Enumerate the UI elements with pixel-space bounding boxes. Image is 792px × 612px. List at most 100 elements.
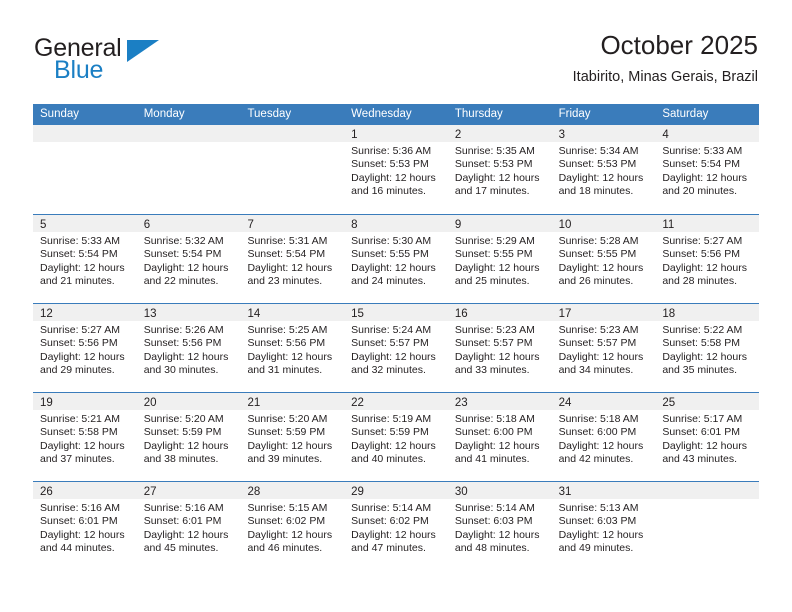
calendar-day-cell[interactable]: 21 Sunrise: 5:20 AM Sunset: 5:59 PM Dayligh… <box>240 393 345 481</box>
daylight-text-cont: and 16 minutes. <box>351 185 426 198</box>
daylight-text: Daylight: 12 hours <box>454 171 540 184</box>
calendar-day-cell[interactable]: 7 Sunrise: 5:31 AM Sunset: 5:54 PM Daylight… <box>240 215 345 303</box>
daylight-text-cont: and 20 minutes. <box>662 185 738 198</box>
daylight-text: Daylight: 12 hours <box>40 350 125 363</box>
sunrise-text: Sunrise: 5:33 AM <box>40 235 120 247</box>
sunrise-text: Sunrise: 5:27 AM <box>40 324 120 336</box>
calendar-day-cell[interactable]: 6 Sunrise: 5:32 AM Sunset: 5:54 PM Daylight… <box>136 215 241 303</box>
sunset-text: Sunset: 6:02 PM <box>247 515 326 528</box>
calendar-day-cell[interactable]: 26 Sunrise: 5:16 AM Sunset: 6:01 PM Dayligh… <box>33 482 137 570</box>
day-details: Sunrise: 5:17 AM Sunset: 6:01 PM Daylight:… <box>655 410 759 467</box>
calendar-day-cell[interactable]: 29 Sunrise: 5:14 AM Sunset: 6:02 PM Dayligh… <box>344 482 448 570</box>
weekday-header-row: Sunday Monday Tuesday Wednesday Thursday Frid… <box>33 104 759 125</box>
day-details: Sunrise: 5:29 AM Sunset: 5:55 PM Daylight:… <box>448 232 552 289</box>
day-details: Sunrise: 5:33 AM Sunset: 5:54 PM Daylight:… <box>655 142 759 199</box>
calendar-day-cell[interactable]: 12 Sunrise: 5:27 AM Sunset: 5:56 PM Dayligh… <box>33 304 137 392</box>
weekday-header-sunday: Sunday <box>40 108 80 120</box>
day-details: Sunrise: 5:25 AM Sunset: 5:56 PM Daylight:… <box>240 321 344 378</box>
daylight-text-cont: and 37 minutes. <box>40 453 115 466</box>
day-number: 22 <box>351 397 364 409</box>
daylight-text-cont: and 43 minutes. <box>662 453 738 466</box>
brand-logo[interactable]: General Blue <box>34 34 234 86</box>
day-details: Sunrise: 5:24 AM Sunset: 5:57 PM Daylight:… <box>344 321 448 378</box>
calendar-day-cell[interactable]: 23 Sunrise: 5:18 AM Sunset: 6:00 PM Dayligh… <box>447 393 552 481</box>
daylight-text: Daylight: 12 hours <box>247 528 333 541</box>
calendar-day-cell[interactable]: 14 Sunrise: 5:25 AM Sunset: 5:56 PM Dayligh… <box>240 304 345 392</box>
sunrise-text: Sunrise: 5:14 AM <box>454 502 535 514</box>
daylight-text: Daylight: 12 hours <box>454 261 540 274</box>
sunset-text: Sunset: 5:53 PM <box>454 158 533 171</box>
day-number-band: 25 <box>655 393 760 410</box>
calendar-day-cell[interactable]: 13 Sunrise: 5:26 AM Sunset: 5:56 PM Dayligh… <box>136 304 241 392</box>
sunset-text: Sunset: 5:58 PM <box>662 337 740 350</box>
calendar-day-cell[interactable]: 1 Sunrise: 5:36 AM Sunset: 5:53 PM Daylight… <box>344 125 448 214</box>
calendar-day-cell[interactable]: 5 Sunrise: 5:33 AM Sunset: 5:54 PM Daylight… <box>33 215 137 303</box>
daylight-text-cont: and 40 minutes. <box>351 453 426 466</box>
sunset-text: Sunset: 5:56 PM <box>143 337 222 350</box>
daylight-text: Daylight: 12 hours <box>662 261 747 274</box>
daylight-text: Daylight: 12 hours <box>351 261 436 274</box>
calendar-weeks: 1 Sunrise: 5:36 AM Sunset: 5:53 PM Daylight… <box>33 125 760 570</box>
day-number: 21 <box>247 397 261 409</box>
sunrise-text: Sunrise: 5:26 AM <box>143 324 224 336</box>
day-number-band: 9 <box>447 215 552 232</box>
sunrise-text: Sunrise: 5:23 AM <box>454 324 535 336</box>
sunset-text: Sunset: 5:55 PM <box>351 248 429 261</box>
daylight-text-cont: and 24 minutes. <box>351 275 426 288</box>
calendar-week-row: 5 Sunrise: 5:33 AM Sunset: 5:54 PM Daylight… <box>33 214 760 303</box>
calendar-day-cell[interactable]: 4 Sunrise: 5:33 AM Sunset: 5:54 PM Daylight… <box>655 125 760 214</box>
sunset-text: Sunset: 6:01 PM <box>143 515 222 528</box>
day-number-band: 18 <box>655 304 760 321</box>
calendar-day-cell[interactable]: 24 Sunrise: 5:18 AM Sunset: 6:00 PM Dayligh… <box>551 393 656 481</box>
calendar-day-cell[interactable]: 11 Sunrise: 5:27 AM Sunset: 5:56 PM Dayligh… <box>655 215 760 303</box>
calendar-day-cell[interactable]: 15 Sunrise: 5:24 AM Sunset: 5:57 PM Dayligh… <box>344 304 448 392</box>
calendar-day-cell[interactable]: 27 Sunrise: 5:16 AM Sunset: 6:01 PM Dayligh… <box>136 482 241 570</box>
sunset-text: Sunset: 5:56 PM <box>247 337 326 350</box>
daylight-text: Daylight: 12 hours <box>558 350 644 363</box>
day-number: 10 <box>558 219 572 231</box>
calendar-day-cell[interactable]: 22 Sunrise: 5:19 AM Sunset: 5:59 PM Dayligh… <box>344 393 448 481</box>
calendar-day-cell[interactable]: 20 Sunrise: 5:20 AM Sunset: 5:59 PM Dayligh… <box>136 393 241 481</box>
day-number-band <box>33 125 137 142</box>
sunset-text: Sunset: 5:53 PM <box>558 158 637 171</box>
calendar-day-cell[interactable]: 18 Sunrise: 5:22 AM Sunset: 5:58 PM Dayligh… <box>655 304 760 392</box>
daylight-text-cont: and 18 minutes. <box>558 185 634 198</box>
day-number: 26 <box>40 486 53 498</box>
sunset-text: Sunset: 5:58 PM <box>40 426 118 439</box>
calendar-day-cell[interactable]: 31 Sunrise: 5:13 AM Sunset: 6:03 PM Dayligh… <box>551 482 656 570</box>
calendar-day-cell[interactable]: 9 Sunrise: 5:29 AM Sunset: 5:55 PM Daylight… <box>447 215 552 303</box>
calendar-day-cell[interactable]: 30 Sunrise: 5:14 AM Sunset: 6:03 PM Dayligh… <box>447 482 552 570</box>
day-number-band: 13 <box>136 304 241 321</box>
calendar-day-cell[interactable]: 8 Sunrise: 5:30 AM Sunset: 5:55 PM Daylight… <box>344 215 448 303</box>
calendar-day-cell[interactable]: 16 Sunrise: 5:23 AM Sunset: 5:57 PM Dayligh… <box>447 304 552 392</box>
day-number-band: 7 <box>240 215 345 232</box>
day-details: Sunrise: 5:34 AM Sunset: 5:53 PM Daylight:… <box>552 142 656 199</box>
calendar-day-cell[interactable]: 19 Sunrise: 5:21 AM Sunset: 5:58 PM Dayligh… <box>33 393 137 481</box>
daylight-text-cont: and 34 minutes. <box>558 364 634 377</box>
day-number-band <box>136 125 241 142</box>
sunrise-text: Sunrise: 5:13 AM <box>558 502 639 514</box>
daylight-text: Daylight: 12 hours <box>247 439 333 452</box>
daylight-text: Daylight: 12 hours <box>40 439 125 452</box>
day-number-band: 10 <box>551 215 656 232</box>
day-details: Sunrise: 5:14 AM Sunset: 6:03 PM Daylight:… <box>448 499 552 556</box>
day-number-band: 14 <box>240 304 345 321</box>
sunset-text: Sunset: 5:59 PM <box>143 426 222 439</box>
daylight-text: Daylight: 12 hours <box>40 528 125 541</box>
day-number: 14 <box>247 308 261 320</box>
sunset-text: Sunset: 5:57 PM <box>351 337 429 350</box>
calendar-day-cell[interactable]: 2 Sunrise: 5:35 AM Sunset: 5:53 PM Daylight… <box>447 125 552 214</box>
day-number: 29 <box>351 486 364 498</box>
day-details: Sunrise: 5:16 AM Sunset: 6:01 PM Daylight:… <box>33 499 137 556</box>
day-details: Sunrise: 5:33 AM Sunset: 5:54 PM Daylight:… <box>33 232 137 289</box>
calendar-day-cell[interactable]: 25 Sunrise: 5:17 AM Sunset: 6:01 PM Dayligh… <box>655 393 760 481</box>
day-number-band: 12 <box>33 304 137 321</box>
weekday-header-friday: Friday <box>558 108 591 120</box>
calendar-day-cell[interactable]: 17 Sunrise: 5:23 AM Sunset: 5:57 PM Dayligh… <box>551 304 656 392</box>
sunset-text: Sunset: 5:57 PM <box>454 337 533 350</box>
daylight-text-cont: and 46 minutes. <box>247 542 323 555</box>
calendar-day-cell[interactable]: 3 Sunrise: 5:34 AM Sunset: 5:53 PM Daylight… <box>551 125 656 214</box>
day-number: 12 <box>40 308 53 320</box>
calendar-day-cell[interactable]: 10 Sunrise: 5:28 AM Sunset: 5:55 PM Dayligh… <box>551 215 656 303</box>
calendar-day-cell[interactable]: 28 Sunrise: 5:15 AM Sunset: 6:02 PM Dayligh… <box>240 482 345 570</box>
